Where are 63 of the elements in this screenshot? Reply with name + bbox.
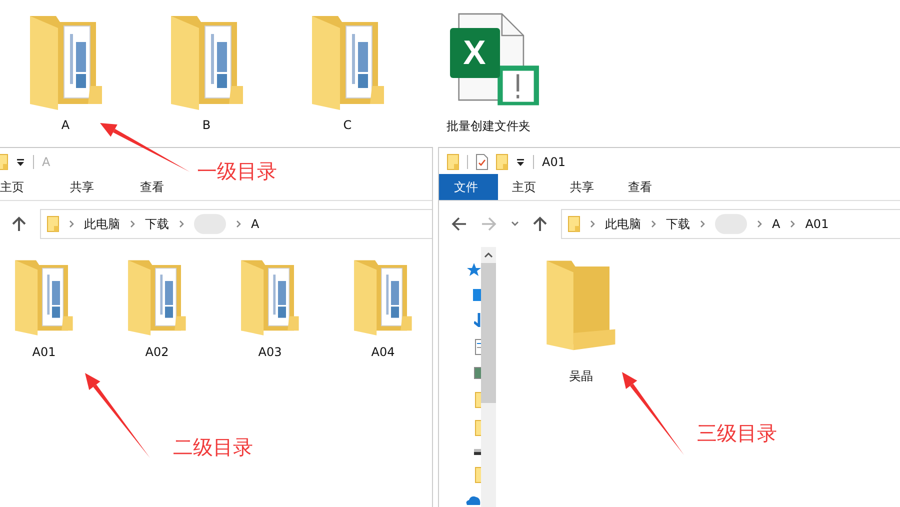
chevron-right-icon (790, 220, 796, 228)
back-arrow-icon[interactable] (451, 217, 467, 231)
scrollbar-thumb[interactable] (481, 263, 496, 403)
ribbon-tab[interactable]: 共享 (556, 174, 614, 200)
breadcrumb[interactable]: A01 (805, 217, 829, 231)
star-icon[interactable] (465, 263, 481, 277)
chevron-down-icon[interactable] (511, 221, 519, 227)
breadcrumb[interactable]: A (772, 217, 780, 231)
dropdown-icon[interactable] (16, 158, 25, 166)
file-label[interactable]: C (343, 118, 352, 132)
folder-icon (447, 154, 459, 170)
folder-icon (351, 257, 415, 337)
chevron-right-icon (179, 220, 184, 228)
document-icon[interactable] (475, 339, 481, 356)
folder-label[interactable]: A04 (371, 345, 395, 359)
annotation-text: 一级目录 (197, 158, 277, 185)
annotation-text: 三级目录 (697, 420, 777, 447)
up-arrow-icon[interactable] (533, 216, 547, 232)
ribbon-tab[interactable]: 查看 (140, 174, 190, 200)
file-label[interactable]: A (61, 118, 70, 132)
breadcrumb[interactable]: 此电脑 (84, 216, 120, 232)
drive-icon[interactable] (474, 448, 481, 455)
breadcrumb[interactable]: A (251, 217, 260, 231)
breadcrumb[interactable]: 下载 (666, 216, 690, 232)
dropdown-icon[interactable] (516, 158, 525, 166)
scroll-up-icon[interactable] (484, 252, 493, 258)
ribbon-tab[interactable]: 查看 (614, 174, 672, 200)
excel-logo: X (450, 28, 500, 78)
chevron-right-icon (69, 220, 74, 228)
folder-icon (12, 257, 76, 337)
chevron-right-icon (130, 220, 135, 228)
ribbon-tab[interactable]: 共享 (70, 174, 120, 200)
chevron-right-icon (700, 220, 705, 228)
chevron-right-icon (651, 220, 656, 228)
address-bar[interactable]: 此电脑 下载 A A01 (561, 209, 900, 239)
cloud-icon[interactable] (465, 494, 481, 505)
up-arrow-icon[interactable] (12, 216, 26, 232)
chevron-right-icon (236, 220, 241, 228)
folder-icon (47, 216, 59, 232)
ribbon-tab[interactable]: 主页 (0, 174, 50, 200)
file-label[interactable]: B (202, 118, 211, 132)
address-bar[interactable]: 此电脑 下载 A (40, 209, 432, 239)
desktop-icon[interactable] (473, 289, 481, 302)
chevron-right-icon (590, 220, 595, 228)
folder-label[interactable]: A02 (145, 345, 169, 359)
folder-icon (496, 154, 508, 170)
breadcrumb[interactable]: 此电脑 (605, 216, 641, 232)
file-label[interactable]: 批量创建文件夹 (446, 118, 530, 135)
folder-icon (238, 257, 302, 337)
folder-label[interactable]: A03 (258, 345, 282, 359)
scrollbar[interactable] (481, 247, 496, 507)
window-title: A (42, 155, 50, 169)
ribbon-tab[interactable]: 主页 (498, 174, 556, 200)
folder-icon (125, 257, 189, 337)
chevron-right-icon (757, 220, 762, 228)
breadcrumb[interactable]: 下载 (145, 216, 169, 232)
folder-label[interactable]: A01 (32, 345, 56, 359)
window-title: A01 (542, 155, 566, 169)
annotation-text: 二级目录 (173, 434, 253, 461)
ribbon-tab[interactable]: 文件 (439, 174, 498, 200)
folder-label[interactable]: 吴晶 (569, 368, 593, 385)
properties-icon[interactable] (476, 154, 488, 170)
folder-icon (568, 216, 580, 232)
